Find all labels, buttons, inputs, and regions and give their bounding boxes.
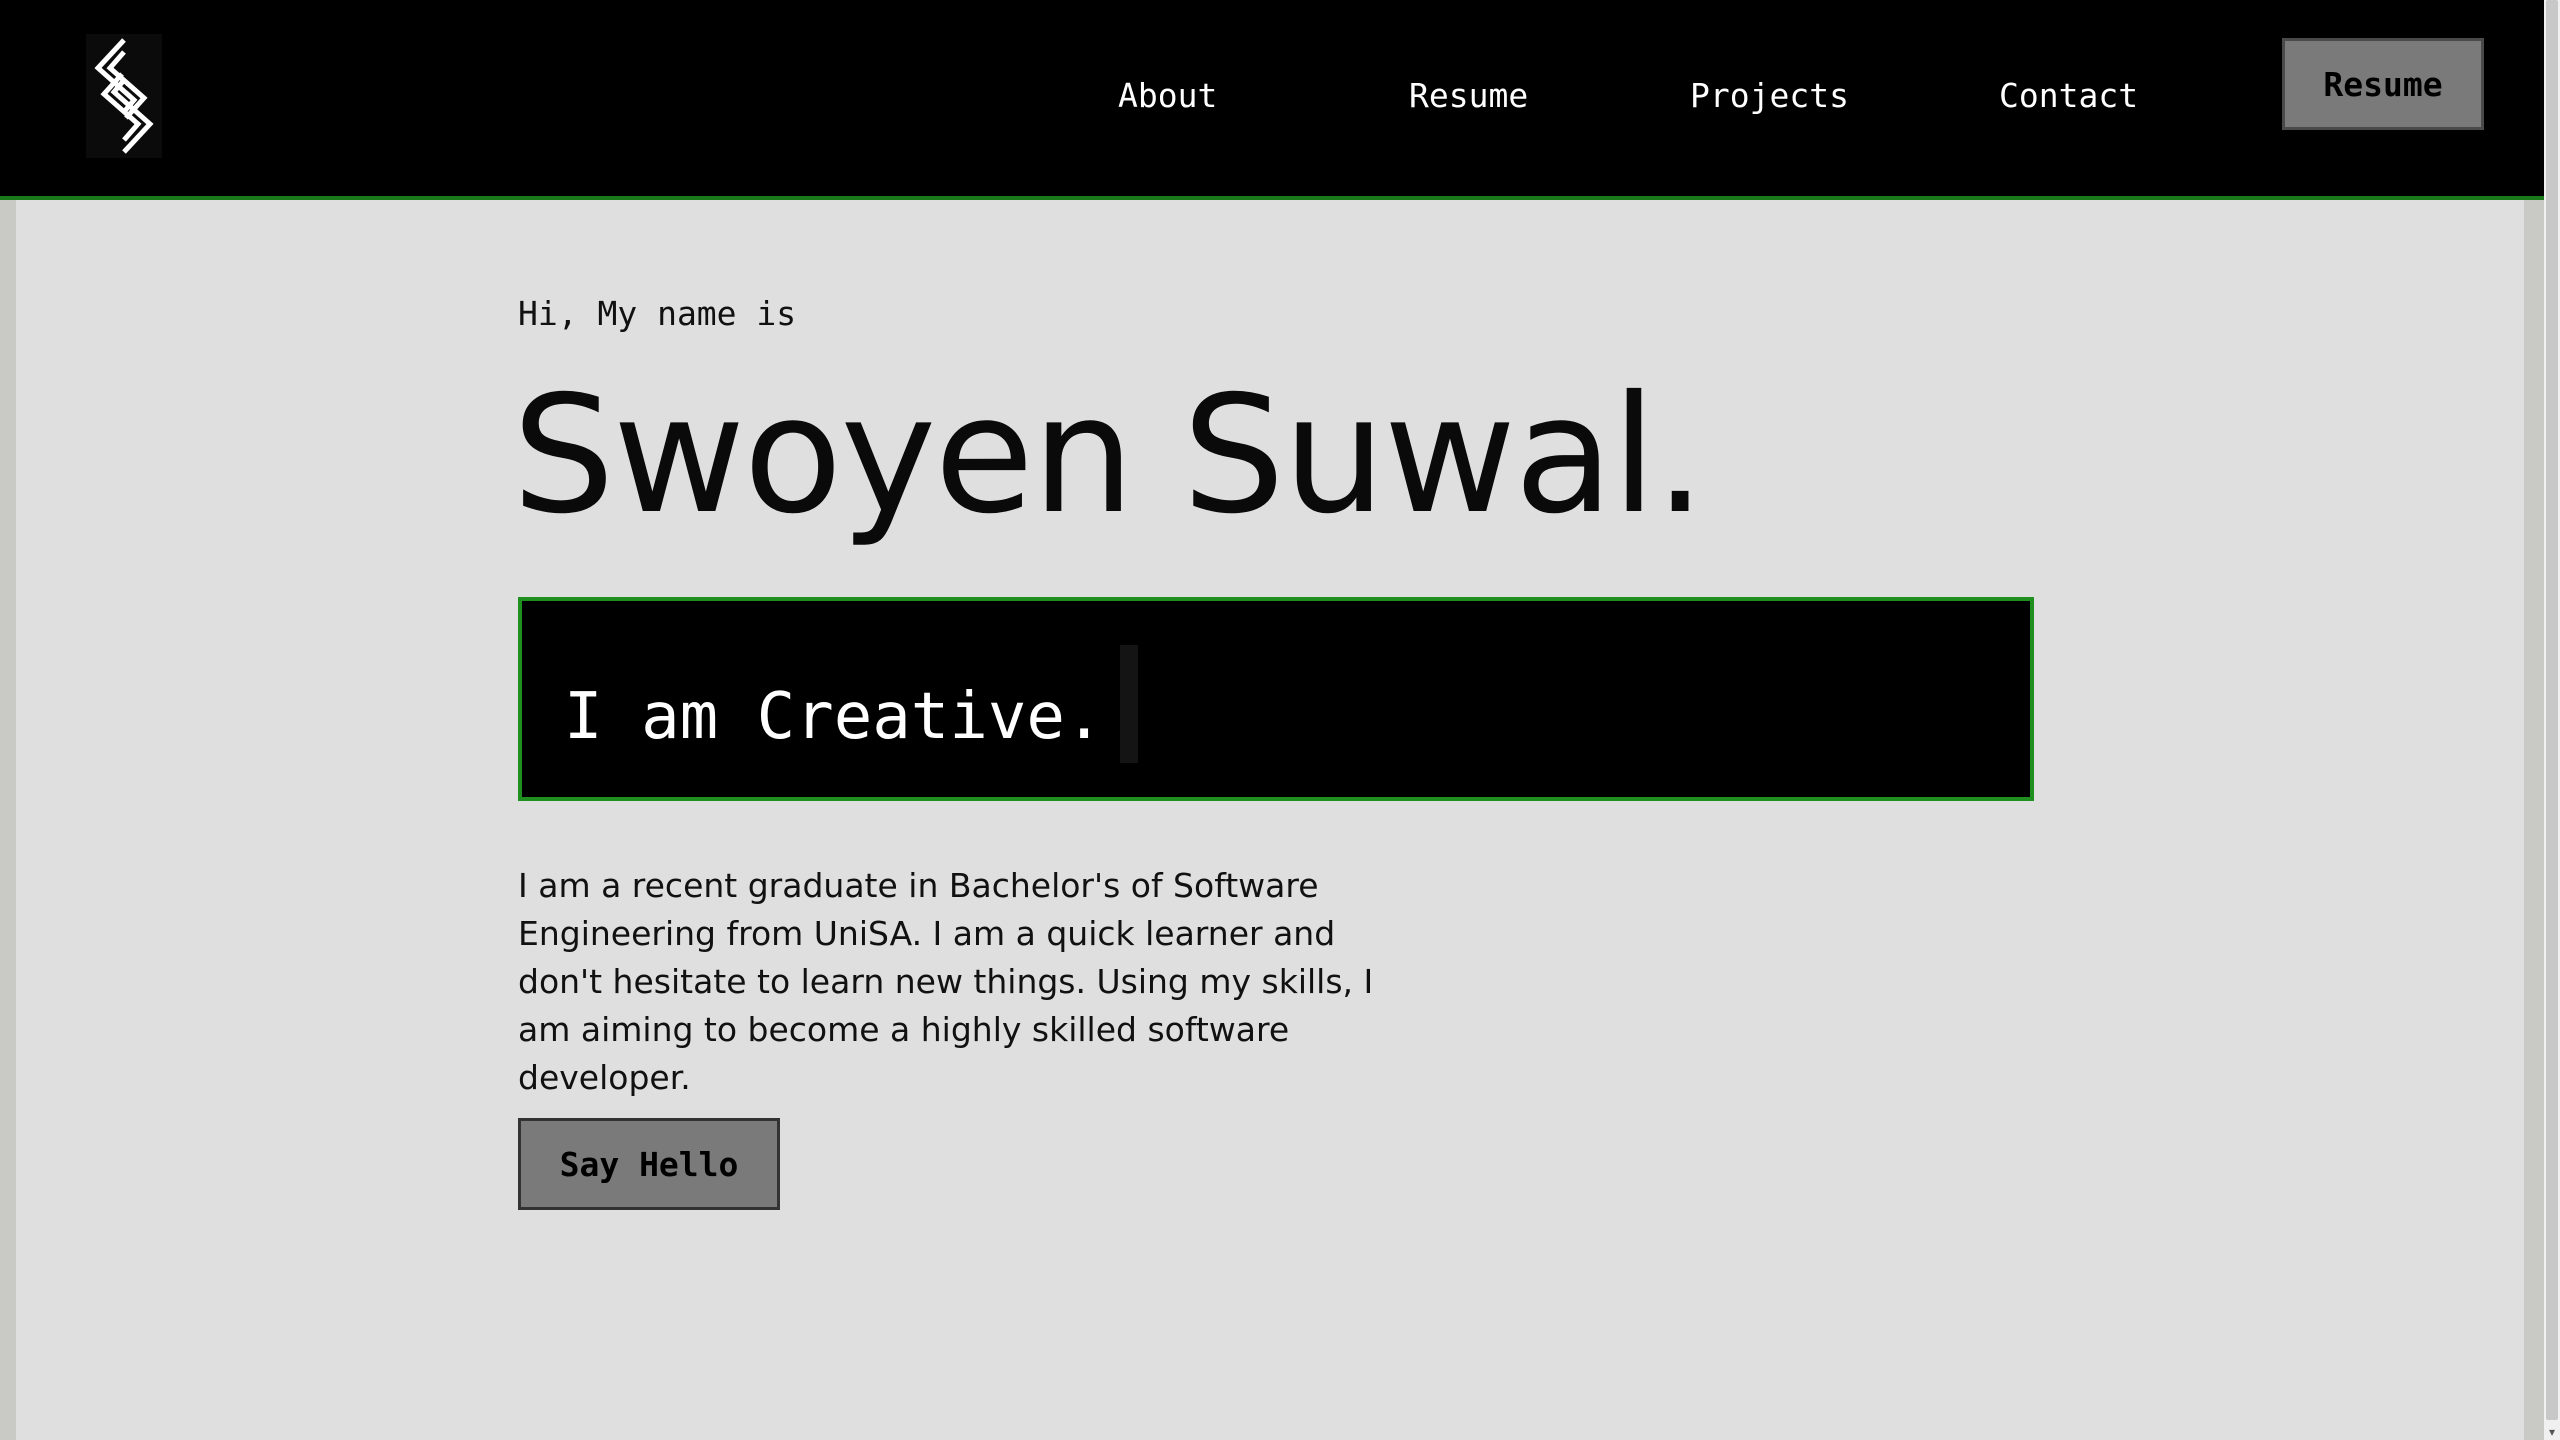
chevron-down-icon[interactable]: ▾ bbox=[2544, 1424, 2560, 1440]
say-hello-button[interactable]: Say Hello bbox=[518, 1118, 780, 1210]
hero-name: Swoyen Suwal. bbox=[512, 362, 1706, 550]
resume-button[interactable]: Resume bbox=[2282, 38, 2484, 130]
page: About Resume Projects Contact Resume Hi,… bbox=[0, 0, 2544, 1440]
typing-text: I am Creative. bbox=[564, 680, 1104, 754]
greeting-text: Hi, My name is bbox=[518, 294, 797, 333]
navbar: About Resume Projects Contact Resume bbox=[0, 0, 2544, 200]
nav-link-contact[interactable]: Contact bbox=[1999, 74, 2138, 118]
scrollbar-thumb[interactable] bbox=[2546, 0, 2558, 1420]
s-diamond-logo-icon[interactable] bbox=[86, 34, 162, 158]
nav-link-resume[interactable]: Resume bbox=[1409, 74, 1528, 118]
right-edge-strip bbox=[2524, 200, 2544, 1440]
left-edge-strip bbox=[0, 200, 16, 1440]
typing-cursor bbox=[1120, 645, 1138, 763]
vertical-scrollbar[interactable]: ▾ bbox=[2544, 0, 2560, 1440]
typing-banner: I am Creative. bbox=[518, 597, 2034, 801]
nav-link-about[interactable]: About bbox=[1118, 74, 1217, 118]
bio-paragraph: I am a recent graduate in Bachelor's of … bbox=[518, 866, 1374, 1097]
nav-link-projects[interactable]: Projects bbox=[1690, 74, 1849, 118]
